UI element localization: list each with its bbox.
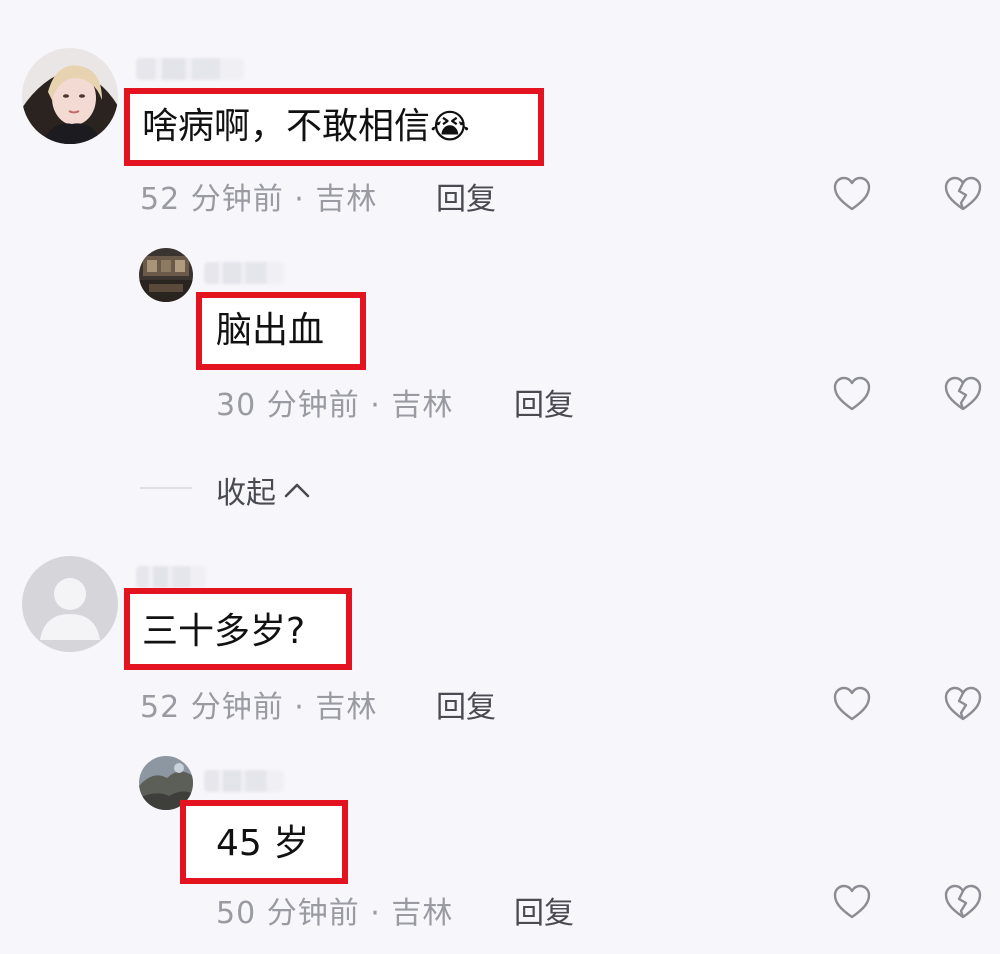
comment-time: 52 分钟前 (140, 690, 284, 725)
comment-text: 45 岁 (216, 823, 310, 864)
chevron-up-icon (284, 483, 310, 498)
comment-highlight-box: 啥病啊，不敢相信😭 (124, 88, 544, 166)
collapse-label: 收起 (216, 476, 276, 511)
username[interactable] (204, 262, 284, 284)
reply-button[interactable]: 回复 (436, 682, 496, 726)
meta-separator: · (370, 896, 381, 931)
heart-outline-icon[interactable] (833, 376, 871, 412)
comment-text: 脑出血 (216, 310, 325, 351)
comment-location: 吉林 (391, 896, 454, 931)
avatar[interactable] (22, 48, 118, 144)
comment-time: 52 分钟前 (140, 182, 284, 217)
username[interactable] (204, 770, 284, 792)
comment-time: 30 分钟前 (216, 388, 360, 423)
heart-outline-icon[interactable] (833, 176, 871, 212)
comment-highlight-box: 45 岁 (180, 800, 348, 884)
comment-text: 三十多岁? (142, 611, 306, 652)
comment-highlight-box: 三十多岁? (124, 588, 352, 670)
username[interactable] (136, 58, 244, 80)
comment-meta: 52 分钟前 · 吉林 (140, 682, 377, 726)
reply-button[interactable]: 回复 (436, 174, 496, 218)
comment-meta: 52 分钟前 · 吉林 (140, 174, 377, 218)
broken-heart-icon[interactable] (944, 686, 982, 722)
reply-button[interactable]: 回复 (514, 380, 574, 424)
reply-button[interactable]: 回复 (514, 888, 574, 932)
comment-location: 吉林 (315, 690, 378, 725)
broken-heart-icon[interactable] (944, 176, 982, 212)
avatar[interactable] (22, 556, 118, 652)
comment-meta: 50 分钟前 · 吉林 (216, 888, 453, 932)
comment-highlight-box: 脑出血 (196, 292, 366, 370)
collapse-divider (140, 487, 192, 489)
heart-outline-icon[interactable] (833, 686, 871, 722)
comment-time: 50 分钟前 (216, 896, 360, 931)
comment-location: 吉林 (315, 182, 378, 217)
collapse-replies-button[interactable]: 收起 (216, 468, 312, 512)
comment-text: 啥病啊，不敢相信😭 (142, 106, 470, 147)
meta-separator: · (370, 388, 381, 423)
comment-location: 吉林 (391, 388, 454, 423)
crying-face-icon: 😭 (430, 107, 470, 147)
meta-separator: · (294, 690, 305, 725)
comment-meta: 30 分钟前 · 吉林 (216, 380, 453, 424)
meta-separator: · (294, 182, 305, 217)
heart-outline-icon[interactable] (833, 884, 871, 920)
broken-heart-icon[interactable] (944, 884, 982, 920)
broken-heart-icon[interactable] (944, 376, 982, 412)
avatar[interactable] (139, 248, 193, 302)
username[interactable] (136, 566, 206, 588)
